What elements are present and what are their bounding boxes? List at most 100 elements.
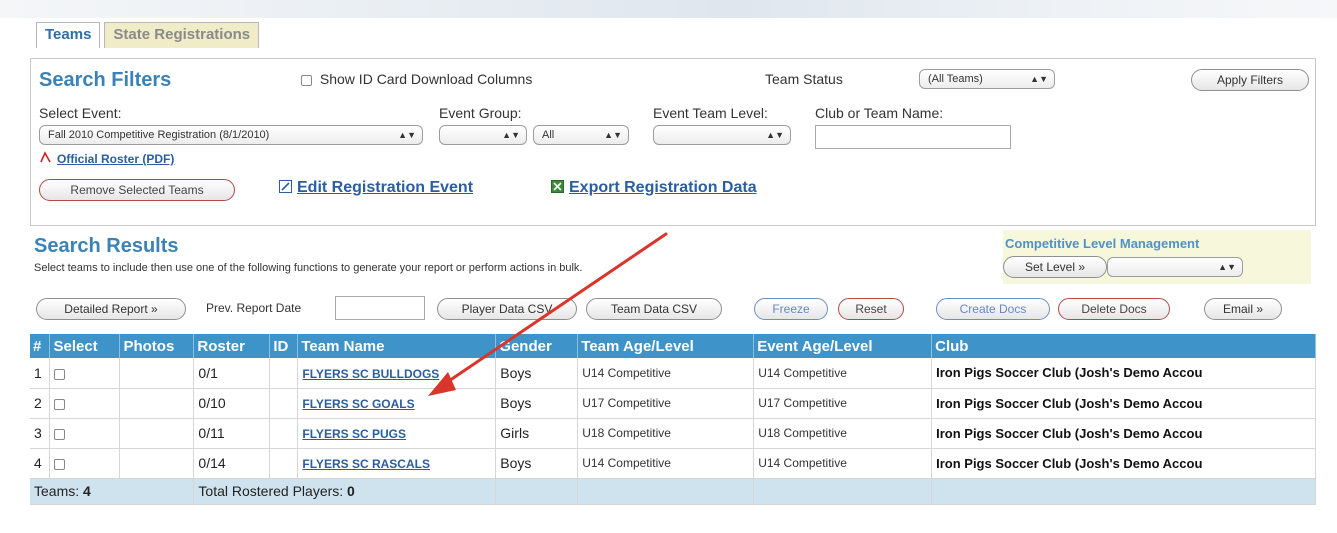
footer-empty-cell	[495, 478, 579, 505]
team-name-link[interactable]: FLYERS SC RASCALS	[302, 457, 430, 471]
row-select-cell[interactable]	[49, 388, 121, 419]
club-cell: Iron Pigs Soccer Club (Josh's Demo Accou	[931, 418, 1316, 449]
roster-cell: 0/1	[193, 358, 271, 389]
prev-report-date-input[interactable]	[335, 296, 425, 320]
id-cell	[269, 358, 299, 389]
show-id-card-checkbox[interactable]	[301, 74, 312, 86]
column-header[interactable]: Roster	[193, 334, 271, 358]
edit-registration-event-link[interactable]: Edit Registration Event	[279, 179, 473, 197]
official-roster-label: Official Roster (PDF)	[57, 152, 175, 166]
set-level-select[interactable]: ▲▼	[1107, 257, 1243, 277]
column-header[interactable]: ID	[269, 334, 299, 358]
photos-cell	[119, 358, 195, 389]
row-select-checkbox[interactable]	[54, 398, 66, 410]
roster-cell: 0/14	[193, 448, 271, 479]
search-results-description: Select teams to include then use one of …	[34, 262, 583, 274]
event-age-level-cell: U14 Competitive	[753, 448, 933, 479]
team-age-level-cell: U14 Competitive	[577, 358, 755, 389]
gender-cell: Boys	[495, 448, 579, 479]
competitive-level-management-title: Competitive Level Management	[1005, 236, 1200, 251]
table-row: 3 0/11 FLYERS SC PUGS Girls U18 Competit…	[30, 418, 1316, 449]
table-footer-row: Teams: 4 Total Rostered Players: 0	[30, 478, 1316, 505]
club-cell: Iron Pigs Soccer Club (Josh's Demo Accou	[931, 358, 1316, 389]
search-filters-title: Search Filters	[39, 69, 172, 91]
row-select-checkbox[interactable]	[54, 458, 66, 470]
team-data-csv-button[interactable]: Team Data CSV	[586, 298, 722, 320]
table-row: 1 0/1 FLYERS SC BULLDOGS Boys U14 Compet…	[30, 358, 1316, 389]
gender-cell: Girls	[495, 418, 579, 449]
freeze-button[interactable]: Freeze	[754, 298, 828, 320]
event-team-level-label: Event Team Level:	[653, 105, 768, 121]
id-cell	[269, 448, 299, 479]
team-name-cell: FLYERS SC GOALS	[297, 388, 497, 419]
event-group-all-select[interactable]: All ▲▼	[533, 125, 629, 145]
teams-count-value: 4	[83, 483, 91, 499]
search-filters-panel: Search Filters Show ID Card Download Col…	[30, 58, 1316, 226]
column-header[interactable]: #	[30, 334, 51, 358]
column-header[interactable]: Select	[49, 334, 121, 358]
tab-teams[interactable]: Teams	[36, 22, 101, 48]
teams-count-label: Teams:	[34, 483, 80, 499]
official-roster-link[interactable]: Official Roster (PDF)	[39, 151, 174, 166]
row-select-cell[interactable]	[49, 358, 121, 389]
set-level-button[interactable]: Set Level »	[1003, 256, 1107, 278]
create-docs-button[interactable]: Create Docs	[936, 298, 1050, 320]
team-status-label: Team Status	[765, 71, 843, 87]
column-header[interactable]: Club	[931, 334, 1316, 358]
team-status-value: (All Teams)	[928, 73, 983, 85]
team-age-level-cell: U14 Competitive	[577, 448, 755, 479]
show-id-card-option[interactable]: Show ID Card Download Columns	[301, 71, 532, 87]
id-cell	[269, 418, 299, 449]
select-arrows-icon: ▲▼	[766, 130, 784, 140]
remove-selected-teams-button[interactable]: Remove Selected Teams	[39, 179, 235, 201]
photos-cell	[119, 388, 195, 419]
column-header[interactable]: Team Age/Level	[577, 334, 755, 358]
team-status-select[interactable]: (All Teams) ▲▼	[919, 69, 1055, 89]
player-data-csv-button[interactable]: Player Data CSV	[437, 298, 577, 320]
footer-empty-cell	[577, 478, 755, 505]
prev-report-date-label: Prev. Report Date	[206, 301, 302, 315]
table-header-row: # Select Photos Roster ID Team Name Gend…	[30, 334, 1316, 358]
team-name-cell: FLYERS SC RASCALS	[297, 448, 497, 479]
column-header[interactable]: Gender	[495, 334, 579, 358]
event-age-level-cell: U17 Competitive	[753, 388, 933, 419]
roster-cell: 0/10	[193, 388, 271, 419]
competitive-level-management-panel: Competitive Level Management Set Level »…	[1003, 230, 1311, 284]
delete-docs-button[interactable]: Delete Docs	[1058, 298, 1170, 320]
row-select-cell[interactable]	[49, 448, 121, 479]
gender-cell: Boys	[495, 358, 579, 389]
event-group-all-value: All	[542, 129, 555, 141]
tab-state-registrations[interactable]: State Registrations	[104, 22, 260, 48]
photos-cell	[119, 418, 195, 449]
club-team-input[interactable]	[815, 125, 1011, 149]
event-team-level-select[interactable]: ▲▼	[653, 125, 791, 145]
team-age-level-cell: U18 Competitive	[577, 418, 755, 449]
gender-cell: Boys	[495, 388, 579, 419]
export-registration-data-link[interactable]: Export Registration Data	[551, 179, 757, 197]
event-group-select[interactable]: ▲▼	[439, 125, 527, 145]
rostered-players-value: 0	[347, 483, 355, 499]
row-number: 4	[30, 448, 51, 479]
column-header[interactable]: Event Age/Level	[753, 334, 933, 358]
club-cell: Iron Pigs Soccer Club (Josh's Demo Accou	[931, 448, 1316, 479]
select-event-select[interactable]: Fall 2010 Competitive Registration (8/1/…	[39, 125, 423, 145]
team-name-link[interactable]: FLYERS SC PUGS	[302, 427, 406, 441]
event-group-label: Event Group:	[439, 105, 522, 121]
team-name-link[interactable]: FLYERS SC BULLDOGS	[302, 367, 439, 381]
apply-filters-button[interactable]: Apply Filters	[1191, 69, 1309, 91]
select-event-value: Fall 2010 Competitive Registration (8/1/…	[48, 129, 270, 141]
row-select-cell[interactable]	[49, 418, 121, 449]
select-arrows-icon: ▲▼	[1218, 262, 1236, 272]
column-header[interactable]: Photos	[119, 334, 195, 358]
email-button[interactable]: Email »	[1204, 298, 1282, 320]
detailed-report-button[interactable]: Detailed Report »	[36, 298, 186, 320]
select-arrows-icon: ▲▼	[604, 130, 622, 140]
column-header[interactable]: Team Name	[297, 334, 497, 358]
event-age-level-cell: U14 Competitive	[753, 358, 933, 389]
team-name-link[interactable]: FLYERS SC GOALS	[302, 397, 414, 411]
id-cell	[269, 388, 299, 419]
row-select-checkbox[interactable]	[54, 368, 66, 380]
reset-button[interactable]: Reset	[838, 298, 904, 320]
row-select-checkbox[interactable]	[54, 428, 66, 440]
team-name-cell: FLYERS SC BULLDOGS	[297, 358, 497, 389]
